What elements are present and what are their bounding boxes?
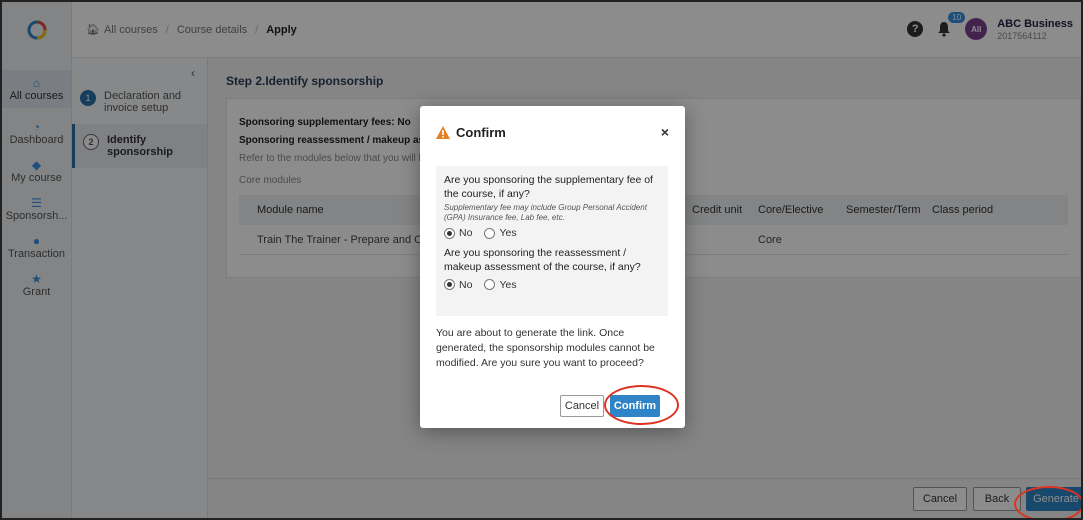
radio-label-no: No [459, 278, 473, 291]
confirmation-message: You are about to generate the link. Once… [436, 327, 655, 370]
radio-label-yes: Yes [499, 278, 517, 291]
dialog-cancel-button[interactable]: Cancel [560, 395, 604, 417]
warning-icon [436, 125, 450, 139]
close-icon[interactable]: × [661, 124, 669, 140]
radio-label-yes: Yes [499, 227, 517, 240]
reassessment-yes-radio[interactable] [484, 279, 496, 291]
radio-label-no: No [459, 227, 473, 240]
supplementary-no-radio[interactable] [444, 227, 455, 239]
dialog-header: Confirm × [436, 124, 669, 140]
supplementary-yes-radio[interactable] [484, 227, 496, 239]
app-window: 🏠︎ All courses / Course details / Apply … [0, 0, 1083, 520]
supplementary-note: Supplementary fee may include Group Pers… [444, 203, 647, 223]
reassessment-radio-group: No Yes [444, 279, 660, 291]
reassessment-no-radio[interactable] [444, 279, 455, 291]
sponsorship-questions: Are you sponsoring the supplementary fee… [436, 166, 668, 316]
question-reassessment: Are you sponsoring the reassessment / ma… [444, 247, 641, 273]
annotation-circle [604, 385, 679, 425]
supplementary-radio-group: No Yes [444, 227, 660, 239]
annotation-circle [1014, 486, 1081, 518]
dialog-title: Confirm [456, 124, 506, 140]
confirm-dialog: Confirm × Are you sponsoring the supplem… [420, 106, 685, 428]
question-supplementary: Are you sponsoring the supplementary fee… [444, 174, 653, 200]
